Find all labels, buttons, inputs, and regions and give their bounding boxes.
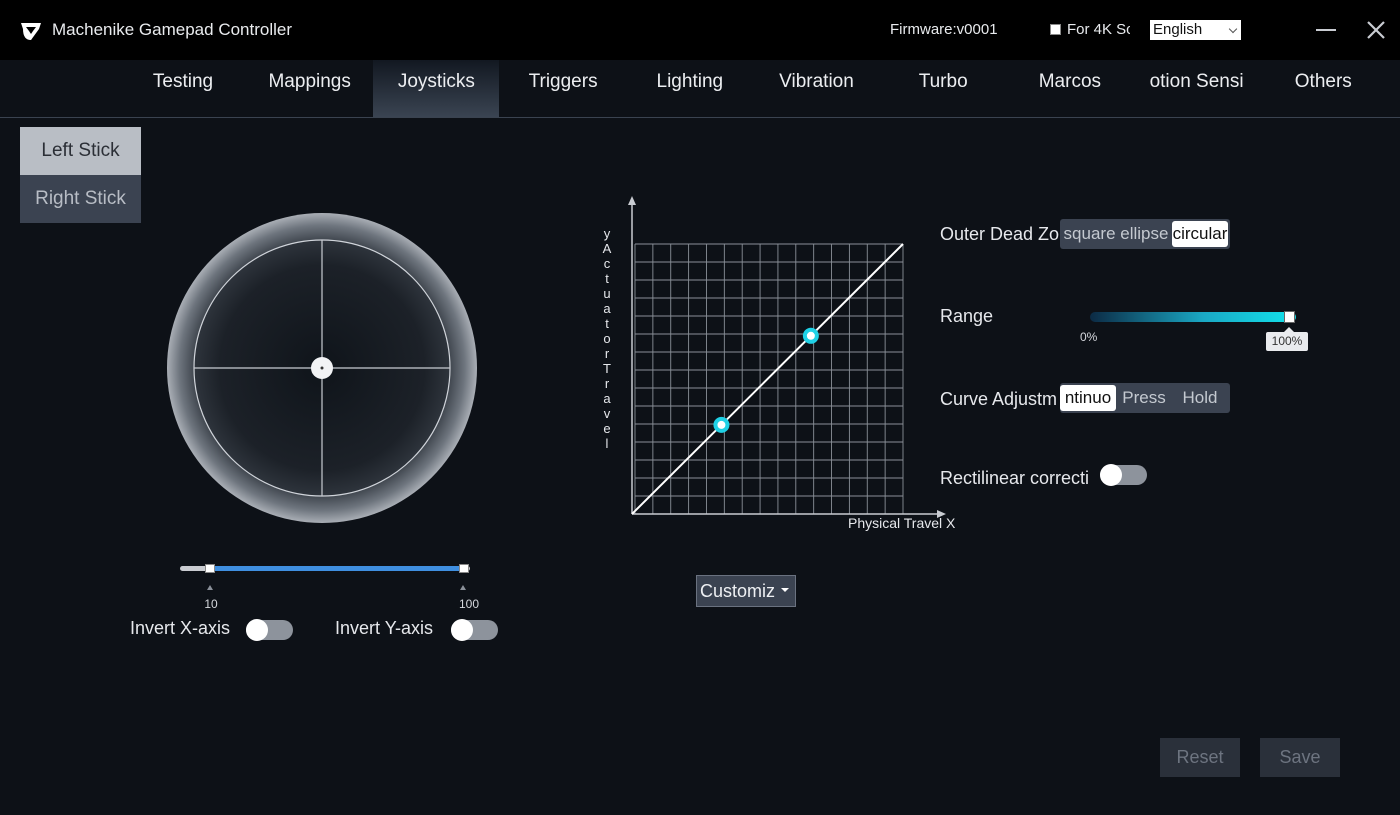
machenike-logo-icon — [21, 23, 41, 40]
close-icon[interactable] — [1364, 18, 1388, 42]
language-select[interactable]: English — [1150, 20, 1241, 40]
deadzone-min-handle[interactable] — [205, 564, 215, 573]
tab-10[interactable]: Others — [1260, 60, 1386, 117]
fourk-label: For 4K Sc — [1067, 21, 1130, 38]
deadzone-max-label: 100 — [458, 597, 480, 611]
tab-7[interactable]: Turbo — [880, 60, 1006, 117]
app-title: Machenike Gamepad Controller — [52, 20, 293, 39]
invert-y-toggle[interactable] — [451, 619, 498, 641]
stick-position-center — [320, 366, 324, 370]
curve-adjustment-segmented: ntinuo Press Hold — [1060, 383, 1230, 413]
tab-6[interactable]: Vibration — [754, 60, 880, 117]
x-axis-label: Physical Travel X — [848, 515, 956, 531]
invert-x-label: Invert X-axis — [130, 618, 231, 638]
left-stick-button[interactable]: Left Stick — [20, 127, 141, 175]
title-bar: Machenike Gamepad Controller Firmware:v0… — [0, 0, 1400, 60]
tab-1[interactable]: Testing — [120, 60, 246, 117]
toggle-knob — [1100, 464, 1122, 486]
range-min-label: 0% — [1080, 330, 1098, 344]
response-curve-chart: yActuatorTravel Physical Travel X — [603, 196, 956, 531]
joystick-visual — [167, 213, 477, 523]
fourk-checkbox[interactable]: For 4K Sc — [1050, 21, 1130, 41]
curve-adjustment-label: Curve Adjustm — [940, 389, 1058, 409]
curve-preset-select[interactable]: Customiz — [696, 575, 796, 607]
preset-caret-box — [777, 580, 793, 602]
rectilinear-correction-label: Rectilinear correcti — [940, 468, 1090, 488]
checkbox-box[interactable] — [1050, 24, 1061, 35]
tab-9[interactable]: otion Sensi — [1134, 60, 1260, 117]
range-slider-handle[interactable] — [1284, 311, 1295, 323]
tab-5[interactable]: Lighting — [627, 60, 753, 117]
firmware-version: Firmware:v0001 — [890, 21, 998, 38]
invert-y-label: Invert Y-axis — [335, 618, 434, 638]
chevron-down-icon — [1228, 24, 1238, 34]
tab-2[interactable]: Mappings — [247, 60, 373, 117]
curve-adjustment-option-hold[interactable]: Hold — [1172, 383, 1228, 413]
reset-button[interactable]: Reset — [1160, 738, 1240, 777]
y-axis-label: yActuatorTravel — [603, 226, 612, 451]
rectilinear-correction-toggle[interactable] — [1100, 464, 1147, 486]
curve-line — [631, 243, 904, 515]
deadzone-slider-fill — [214, 566, 464, 571]
curve-control-point-core — [806, 331, 815, 340]
outer-dead-zone-segmented: square ellipse circular — [1060, 219, 1230, 249]
language-value: English — [1153, 21, 1203, 38]
deadzone-max-handle[interactable] — [459, 564, 469, 573]
range-value-tooltip: 100% — [1266, 332, 1308, 351]
outer-dead-zone-label: Outer Dead Zo — [940, 224, 1060, 244]
curve-adjustment-option-continuous[interactable]: ntinuo — [1060, 385, 1116, 411]
curve-preset-value: Customiz — [700, 581, 776, 601]
curve-adjustment-option-press[interactable]: Press — [1116, 383, 1172, 413]
toggle-knob — [246, 619, 268, 641]
right-stick-button[interactable]: Right Stick — [20, 175, 141, 223]
range-label: Range — [940, 306, 994, 326]
y-axis-arrow-icon — [628, 196, 636, 205]
deadzone-min-label: 10 — [204, 597, 218, 611]
deadzone-min-marker-icon — [207, 585, 213, 590]
save-button[interactable]: Save — [1260, 738, 1340, 777]
minimize-button[interactable] — [1314, 20, 1338, 40]
tab-4[interactable]: Triggers — [500, 60, 626, 117]
outer-dead-zone-option-circular[interactable]: circular — [1172, 221, 1228, 247]
outer-dead-zone-option-square-ellipse[interactable]: square ellipse — [1060, 219, 1172, 249]
invert-x-toggle[interactable] — [246, 619, 293, 641]
tab-bar: Testing Mappings Joysticks Triggers Lighting… — [0, 60, 1400, 118]
toggle-knob — [451, 619, 473, 641]
chevron-down-icon — [781, 588, 789, 592]
curve-control-point-core — [717, 420, 726, 429]
tab-8[interactable]: Marcos — [1007, 60, 1133, 117]
range-slider-track[interactable] — [1090, 312, 1296, 322]
deadzone-max-marker-icon — [460, 585, 466, 590]
tab-3[interactable]: Joysticks — [373, 60, 500, 117]
